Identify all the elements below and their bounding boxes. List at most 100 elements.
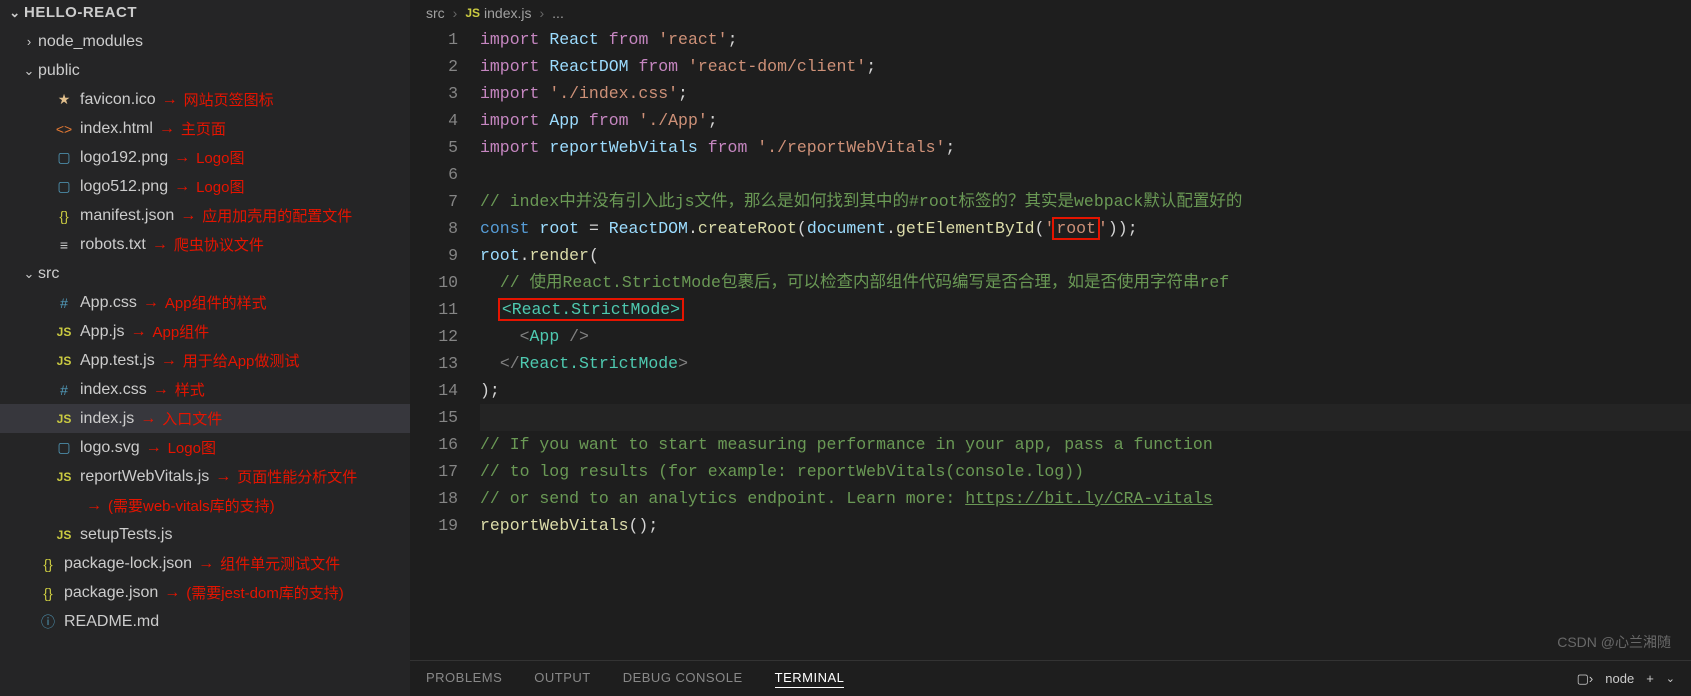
annotation-arrow-icon: → (152, 236, 168, 254)
file-annotation: 页面性能分析文件 (237, 466, 357, 487)
file-item[interactable]: JSApp.test.js→用于给App做测试 (0, 346, 410, 375)
code-content[interactable]: import React from 'react';import ReactDO… (480, 26, 1691, 660)
file-name: package.json (64, 584, 158, 602)
file-name: reportWebVitals.js (80, 468, 209, 486)
json-icon: {} (38, 585, 58, 601)
file-item[interactable]: ▢logo192.png→Logo图 (0, 143, 410, 172)
annotation-arrow-icon: → (143, 294, 159, 312)
annotation-arrow-icon: → (162, 91, 178, 109)
annotation-arrow-icon: → (161, 352, 177, 370)
chevron-right-icon: › (453, 5, 458, 21)
annotation-arrow-icon: → (174, 149, 190, 167)
js-icon: JS (54, 354, 74, 368)
panel-tab-debug-console[interactable]: DEBUG CONSOLE (623, 670, 743, 688)
line-numbers: 12345678910111213141516171819 (410, 26, 480, 660)
code-editor[interactable]: 12345678910111213141516171819 import Rea… (410, 26, 1691, 660)
file-item[interactable]: JS reportWebVitals.js → 页面性能分析文件 (0, 462, 410, 491)
file-item[interactable]: → (需要web-vitals库的支持) (0, 491, 410, 520)
img-icon: ▢ (54, 439, 74, 456)
file-annotation: Logo图 (196, 176, 244, 197)
file-tree: ›node_modules⌄public★favicon.ico→网站页签图标<… (0, 25, 410, 636)
breadcrumb-folder[interactable]: src (426, 5, 445, 21)
info-icon: ⓘ (38, 612, 58, 632)
file-name: index.css (80, 381, 147, 399)
html-icon: <> (54, 121, 74, 137)
file-item[interactable]: <>index.html→主页面 (0, 114, 410, 143)
file-annotation: 样式 (175, 379, 205, 400)
annotation-arrow-icon: → (164, 584, 180, 602)
file-annotation: 入口文件 (162, 408, 222, 429)
file-item[interactable]: ▢logo512.png→Logo图 (0, 172, 410, 201)
js-icon: JS (54, 412, 74, 426)
annotation-arrow-icon: → (130, 323, 146, 341)
panel-tab-terminal[interactable]: TERMINAL (775, 670, 845, 688)
annotation-arrow-icon: → (180, 207, 196, 225)
annotation-arrow-icon: → (140, 410, 156, 428)
annotation-arrow-icon: → (215, 468, 231, 486)
editor-area: src › JS index.js › ... 1234567891011121… (410, 0, 1691, 696)
panel-tab-output[interactable]: OUTPUT (534, 670, 590, 688)
file-name: App.css (80, 294, 137, 312)
file-item[interactable]: ▢logo.svg→Logo图 (0, 433, 410, 462)
annotation-arrow-icon: → (153, 381, 169, 399)
file-item[interactable]: # index.css → 样式 (0, 375, 410, 404)
css-icon: # (54, 295, 74, 311)
watermark: CSDN @心兰湘随 (1557, 632, 1671, 652)
file-annotation: App组件 (152, 321, 209, 342)
star-icon: ★ (54, 91, 74, 108)
chevron-down-icon: ⌄ (22, 63, 36, 79)
file-annotation: App组件的样式 (165, 292, 267, 313)
chevron-right-icon: › (22, 34, 36, 49)
bottom-panel: PROBLEMS OUTPUT DEBUG CONSOLE TERMINAL ▢› n… (410, 660, 1691, 696)
annotation-arrow-icon: → (86, 497, 102, 515)
js-icon: JS (54, 528, 74, 542)
file-annotation: 主页面 (181, 118, 226, 139)
file-annotation: (需要jest-dom库的支持) (186, 582, 344, 603)
chevron-down-icon: ⌄ (22, 266, 36, 282)
file-annotation: Logo图 (196, 147, 244, 168)
folder-item[interactable]: ⌄src (0, 259, 410, 288)
terminal-shell-name[interactable]: node (1605, 671, 1634, 686)
js-icon: JS (465, 6, 480, 20)
js-icon: JS (54, 470, 74, 484)
img-icon: ▢ (54, 178, 74, 195)
file-annotation: 组件单元测试文件 (220, 553, 340, 574)
breadcrumb-file[interactable]: index.js (484, 5, 531, 21)
folder-item[interactable]: ›node_modules (0, 27, 410, 56)
file-annotation: 爬虫协议文件 (174, 234, 264, 255)
js-icon: JS (54, 325, 74, 339)
txt-icon: ≡ (54, 237, 74, 253)
file-name: logo192.png (80, 149, 168, 167)
file-item[interactable]: {}manifest.json→应用加壳用的配置文件 (0, 201, 410, 230)
split-terminal-icon[interactable]: + (1646, 671, 1654, 686)
folder-name: public (38, 62, 80, 80)
file-name: App.js (80, 323, 124, 341)
file-name: setupTests.js (80, 526, 172, 544)
breadcrumb[interactable]: src › JS index.js › ... (410, 0, 1691, 26)
file-item[interactable]: JS setupTests.js (0, 520, 410, 549)
file-item[interactable]: JSindex.js→入口文件 (0, 404, 410, 433)
file-item[interactable]: ⓘREADME.md (0, 607, 410, 636)
file-explorer: ⌄ HELLO-REACT ›node_modules⌄public★favic… (0, 0, 410, 696)
file-item[interactable]: {} package.json → (需要jest-dom库的支持) (0, 578, 410, 607)
folder-name: node_modules (38, 33, 143, 51)
file-item[interactable]: {}package-lock.json→组件单元测试文件 (0, 549, 410, 578)
explorer-header[interactable]: ⌄ HELLO-REACT (0, 0, 410, 25)
file-annotation: 用于给App做测试 (183, 350, 300, 371)
chevron-down-icon: ⌄ (8, 5, 22, 21)
file-item[interactable]: # App.css → App组件的样式 (0, 288, 410, 317)
json-icon: {} (38, 556, 58, 572)
panel-tab-problems[interactable]: PROBLEMS (426, 670, 502, 688)
file-item[interactable]: ≡robots.txt→爬虫协议文件 (0, 230, 410, 259)
terminal-launch-icon[interactable]: ▢› (1577, 671, 1594, 687)
folder-name: src (38, 265, 59, 283)
file-item[interactable]: ★favicon.ico→网站页签图标 (0, 85, 410, 114)
chevron-right-icon: › (540, 5, 545, 21)
chevron-down-icon[interactable]: ⌄ (1666, 672, 1675, 685)
file-item[interactable]: JS App.js → App组件 (0, 317, 410, 346)
project-name: HELLO-REACT (24, 4, 137, 21)
file-annotation: (需要web-vitals库的支持) (108, 495, 275, 516)
css-icon: # (54, 382, 74, 398)
annotation-arrow-icon: → (146, 439, 162, 457)
folder-item[interactable]: ⌄public (0, 56, 410, 85)
